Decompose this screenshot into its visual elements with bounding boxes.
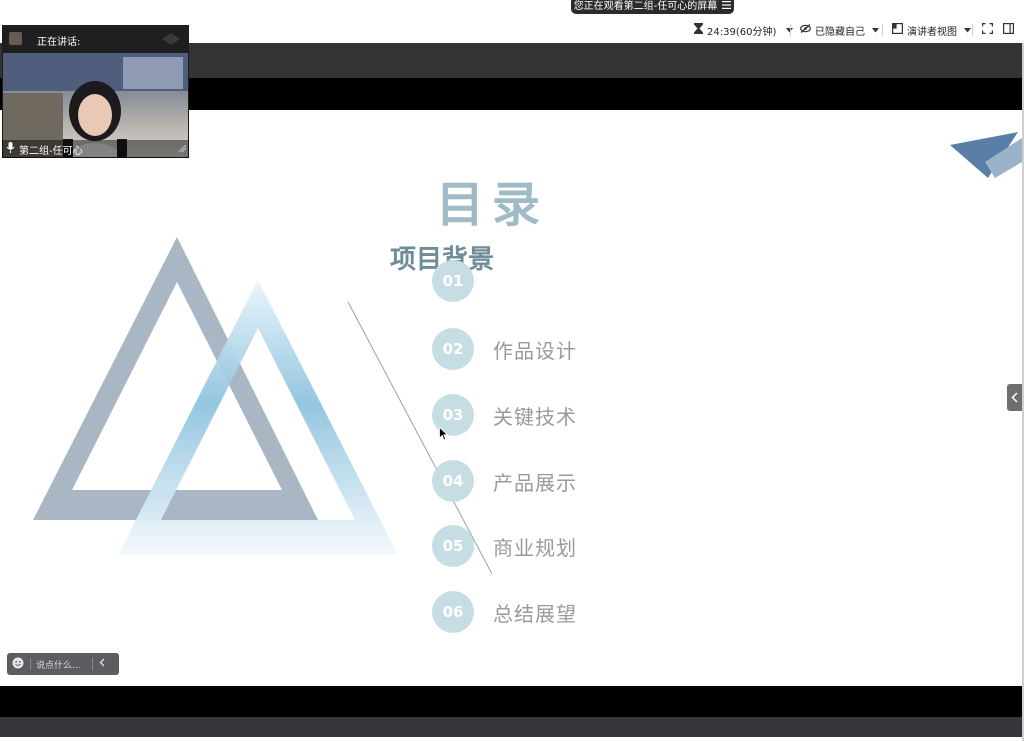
pin-icon[interactable] — [160, 31, 182, 50]
sidebar-toggle-button[interactable] — [1003, 22, 1015, 38]
video-header: 正在讲话: — [2, 25, 189, 53]
toolbar-divider — [882, 24, 883, 36]
chat-input-bar[interactable]: 说点什么... — [7, 653, 119, 675]
hide-self-label: 已隐藏自己 — [815, 26, 865, 38]
view-mode-button[interactable]: 演讲者视图 — [892, 22, 971, 38]
slide-title: 目录 — [436, 177, 549, 233]
hide-self-button[interactable]: 已隐藏自己 — [800, 22, 879, 38]
toc-item: 05 商业规划 — [432, 525, 577, 567]
toolbar-divider — [790, 24, 791, 36]
toc-item-label: 总结展望 — [493, 601, 577, 626]
toc-item: 03 关键技术 — [432, 394, 577, 436]
meeting-timer[interactable]: 24:39(60分钟) — [694, 22, 794, 38]
emoji-icon[interactable] — [12, 657, 24, 672]
hourglass-icon — [694, 23, 703, 37]
toc-item-label: 商业规划 — [493, 535, 577, 560]
video-footer: 第二组-任可心 — [2, 140, 189, 158]
chevron-left-icon — [1011, 388, 1018, 407]
timer-text: 24:39(60分钟) — [707, 26, 777, 38]
presenter-view-icon — [892, 23, 904, 37]
toc-item: 02 作品设计 — [432, 328, 577, 370]
toc-item: 04 产品展示 — [432, 460, 577, 502]
side-panel-toggle[interactable] — [1007, 384, 1022, 411]
chat-placeholder[interactable]: 说点什么... — [36, 658, 88, 671]
toc-item-label: 关键技术 — [493, 404, 577, 429]
toc-number-circle: 06 — [432, 591, 474, 633]
speaking-label: 正在讲话: — [37, 37, 81, 48]
screen-share-banner[interactable]: 您正在观看第二组-任可心的屏幕 — [571, 0, 734, 14]
toc-item: 06 总结展望 — [432, 591, 577, 633]
speaker-avatar — [9, 32, 22, 45]
toc-item-label: 作品设计 — [493, 338, 577, 363]
toc-number-circle: 05 — [432, 525, 474, 567]
microphone-icon — [6, 142, 15, 156]
mouse-cursor-icon — [439, 426, 449, 441]
menu-lines-icon[interactable] — [722, 0, 732, 14]
speaker-video-tile[interactable]: 正在讲话: 第二组-任可心 — [2, 25, 189, 158]
chevron-left-icon[interactable] — [99, 658, 105, 670]
fullscreen-button[interactable] — [982, 22, 993, 38]
toc-number-circle: 04 — [432, 460, 474, 502]
sidebar-toggle-icon — [1003, 23, 1015, 37]
toc-item: 01 — [432, 260, 493, 302]
view-mode-label: 演讲者视图 — [907, 26, 957, 38]
viewer-bottom-bar — [0, 717, 1022, 737]
participant-name: 第二组-任可心 — [19, 145, 83, 157]
toc-number-circle: 01 — [432, 260, 474, 302]
chevron-down-icon[interactable] — [872, 25, 879, 36]
chat-divider — [30, 658, 31, 670]
eye-off-icon — [800, 24, 811, 36]
toc-item-label: 产品展示 — [493, 470, 577, 495]
banner-text: 您正在观看第二组-任可心的屏幕 — [573, 1, 718, 12]
chevron-down-icon[interactable] — [964, 25, 971, 36]
letterbox-bottom — [0, 686, 1022, 717]
toc-number-circle: 02 — [432, 328, 474, 370]
resize-handle-icon[interactable] — [178, 144, 187, 156]
fullscreen-icon — [982, 23, 993, 37]
toolbar-divider — [972, 24, 973, 36]
chat-divider — [92, 658, 93, 670]
shared-slide: 目录 项目背景 01 02 作品设计 03 关键技术 04 产品展示 05 商业… — [0, 110, 1022, 686]
